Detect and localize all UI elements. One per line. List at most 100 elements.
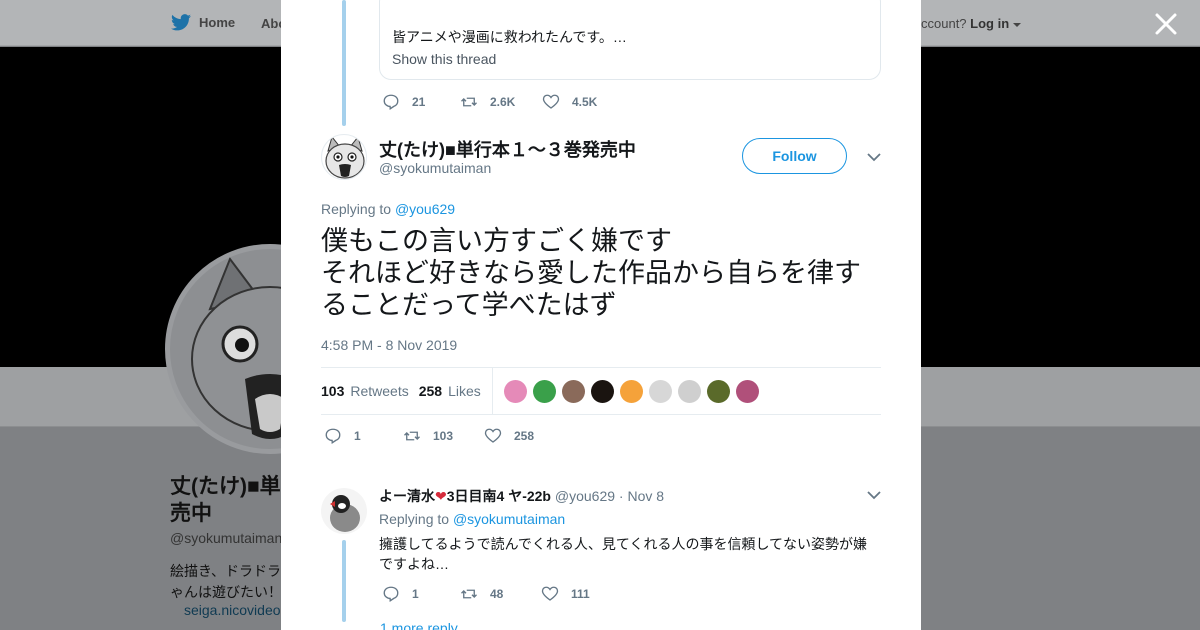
retweet-icon [461,97,477,107]
replying-to-label: Replying to [379,511,450,527]
bird-avatar-illustration [321,488,367,534]
heart-icon [541,586,559,601]
reply-count: 1 [354,429,361,443]
retweet-button[interactable]: 103 [403,427,484,445]
show-thread-link[interactable]: Show this thread [392,51,496,67]
author-handle[interactable]: @syokumutaiman [379,160,491,176]
tweet-header: 丈(たけ)■単行本１～３巻発売中 @syokumutaiman Follow [321,134,881,184]
nav-home-label: Home [199,15,236,30]
liker-7-avatar[interactable] [677,379,701,403]
reply-author-name-main: よー清水 [379,488,435,504]
nav-account-area: ccount? Log in [921,16,1021,31]
tweet-text: 僕もこの言い方すごく嫌です それほど好きなら愛した作品から自らを律す ることだっ… [321,226,891,322]
quoted-tweet-text: 皆アニメや漫画に救われたんです。… [392,29,627,45]
liker-8-avatar[interactable] [706,379,730,403]
reply-text: 擁護してるようで読んでくれる人、見てくれる人の事を信頼してない姿勢が嫌ですよね… [379,536,868,572]
liker-2-avatar[interactable] [532,379,556,403]
replying-to: Replying to @you629 [321,201,455,217]
retweets-stat[interactable]: 103 Retweets [321,383,409,399]
reply-header: よー清水❤3日目南4 ヤ-22b @you629 · Nov 8 [379,486,664,506]
author-avatar[interactable] [321,134,367,180]
tweet-text-line: それほど好きなら愛した作品から自らを律す [321,258,861,289]
login-link[interactable]: Log in [970,16,1009,31]
liker-5-avatar[interactable] [619,379,643,403]
liker-1-avatar[interactable] [503,379,527,403]
reply-author-name[interactable]: よー清水❤3日目南4 ヤ-22b [379,488,555,504]
profile-handle: @syokumutaiman [170,530,283,546]
parent-tweet-actions: 21 2.6K 4.5K [382,93,597,111]
retweet-button[interactable]: 48 [460,585,541,603]
cat-avatar-illustration [325,135,365,179]
tweet-actions: 1 103 258 [324,427,534,445]
profile-bio: 絵描き、ドラドラ ゃんは遊びたい！ [170,561,282,603]
profile-name: 丈(たけ)■単 売中 [170,473,281,527]
reply-button[interactable]: 21 [382,93,460,111]
reply-replying-to: Replying to @syokumutaiman [379,511,565,527]
retweets-label: Retweets [350,383,409,399]
retweet-count: 2.6K [490,95,516,109]
tweet-text-line: ることだって学べたはず [321,290,617,321]
profile-name-line2: 売中 [170,502,212,525]
tweet-stats: 103 Retweets 258 Likes [321,367,881,415]
retweets-total: 103 [321,383,345,399]
quoted-tweet-card[interactable]: 皆アニメや漫画に救われたんです。… Show this thread [379,0,881,80]
follow-button[interactable]: Follow [742,138,847,174]
chevron-down-icon[interactable] [867,490,881,500]
like-button[interactable]: 111 [541,585,590,603]
likes-total: 258 [418,383,443,399]
retweet-count: 103 [433,429,454,443]
stats-divider [491,368,493,414]
like-button[interactable]: 4.5K [542,93,597,111]
replying-to-link[interactable]: @you629 [395,201,455,217]
reply-count: 21 [412,95,426,109]
retweet-count: 48 [490,587,504,601]
more-replies-link[interactable]: 1 more reply [380,620,458,630]
profile-website-link[interactable]: seiga.nicovideo [184,602,281,618]
like-count: 4.5K [572,95,598,109]
heart-icon [542,94,560,109]
reply-icon [383,586,399,602]
chevron-down-icon [1012,23,1021,27]
reply-actions: 1 48 111 [382,585,590,603]
liker-4-avatar[interactable] [590,379,614,403]
like-count: 111 [571,587,590,601]
reply-icon [325,428,341,444]
parent-tweet: 皆アニメや漫画に救われたんです。… Show this thread 21 2.… [281,0,921,126]
retweet-icon [461,589,477,599]
liker-9-avatar[interactable] [735,379,759,403]
replying-to-label: Replying to [321,201,392,217]
retweet-button[interactable]: 2.6K [460,93,542,111]
replying-to-link[interactable]: @syokumutaiman [453,511,565,527]
twitter-bird-icon [171,14,191,31]
chevron-down-icon[interactable] [867,152,881,162]
retweet-icon [404,431,420,441]
tweet-text-line: 僕もこの言い方すごく嫌です [321,226,672,257]
nav-home-link[interactable]: Home [171,14,235,31]
close-icon[interactable] [1154,12,1178,36]
reply-author-handle[interactable]: @you629 [555,488,615,504]
liker-3-avatar[interactable] [561,379,585,403]
likes-stat[interactable]: 258 Likes [419,383,481,399]
account-prompt: ccount? [921,16,967,31]
reply-author-name-suffix: 3日目南4 ヤ-22b [446,488,551,504]
heart-icon [484,428,502,443]
liker-avatars [503,379,759,403]
tweet-modal: 皆アニメや漫画に救われたんです。… Show this thread 21 2.… [281,0,921,630]
reply-date[interactable]: Nov 8 [627,488,664,504]
reply-icon [383,94,399,110]
thread-line [342,540,346,622]
liker-6-avatar[interactable] [648,379,672,403]
likes-label: Likes [448,383,481,399]
meta-separator: · [618,488,624,504]
thread-line [342,0,346,126]
reply-author-avatar[interactable] [321,488,367,534]
profile-bio-line2: ゃんは遊びたい！ [170,584,282,600]
like-count: 258 [514,429,535,443]
profile-bio-line1: 絵描き、ドラドラ [170,563,282,579]
reply-button[interactable]: 1 [382,585,460,603]
heart-emoji-icon: ❤ [435,488,447,504]
tweet-timestamp[interactable]: 4:58 PM - 8 Nov 2019 [321,337,457,353]
reply-button[interactable]: 1 [324,427,403,445]
author-name[interactable]: 丈(たけ)■単行本１～３巻発売中 [379,136,636,162]
like-button[interactable]: 258 [484,427,534,445]
